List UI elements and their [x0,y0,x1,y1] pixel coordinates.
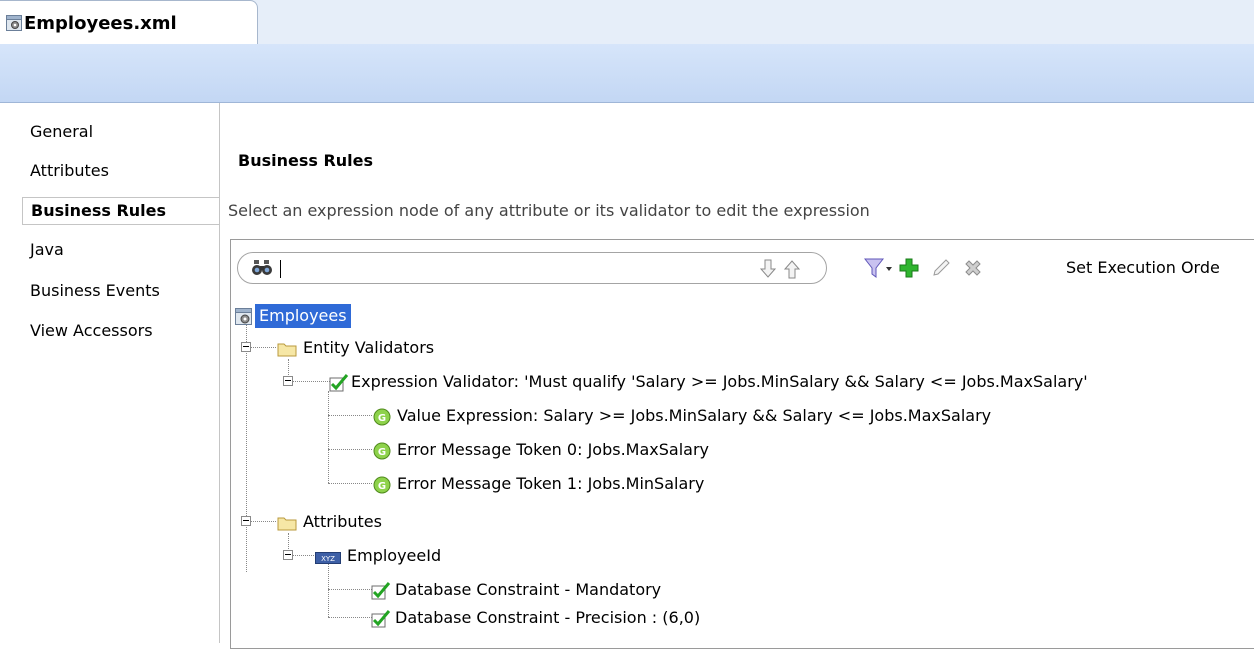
left-navigation: General Attributes Business Rules Java B… [0,103,220,643]
nav-item-business-rules[interactable]: Business Rules [22,197,219,225]
tree-connector [328,415,372,416]
groovy-expression-icon: G [373,476,391,501]
svg-text:XYZ: XYZ [321,555,335,563]
entity-gear-icon [235,308,253,333]
editor-tab-employees[interactable]: Employees.xml [0,0,258,44]
tree-connector [328,449,372,450]
section-description: Select an expression node of any attribu… [228,201,870,220]
tree-connector [328,617,372,618]
attribute-xyz-icon: XYZ [315,548,341,572]
tree-node-label: Expression Validator: 'Must qualify 'Sal… [351,372,1088,391]
search-nav-arrows[interactable] [758,258,802,280]
tree-node-label: Attributes [303,512,382,531]
tree-node-label: Entity Validators [303,338,435,357]
editor-tab-strip: Employees.xml [0,0,1254,45]
folder-icon [277,340,297,364]
rules-tree-panel: Set Execution Orde Employees Entity Vali… [230,239,1254,649]
tree-connector [328,589,372,590]
tree-node-label: Value Expression: Salary >= Jobs.MinSala… [397,406,992,425]
business-rules-panel: Business Rules Select an expression node… [220,103,1254,649]
editor-tab-label: Employees.xml [24,13,177,34]
nav-item-attributes[interactable]: Attributes [30,159,109,183]
edit-icon[interactable] [931,258,951,282]
set-execution-order-button[interactable]: Set Execution Orde [1066,258,1220,277]
nav-item-java[interactable]: Java [30,238,64,262]
collapse-employeeid-toggle[interactable] [283,550,293,560]
nav-item-view-accessors[interactable]: View Accessors [30,319,153,343]
groovy-expression-icon: G [373,408,391,433]
text-caret [280,260,281,278]
search-input[interactable] [237,252,827,284]
section-title: Business Rules [238,151,374,170]
tree-node-label: Error Message Token 0: Jobs.MaxSalary [397,440,709,459]
tree-node-label: EmployeeId [347,546,442,565]
validator-check-icon [371,610,391,635]
validator-check-icon [371,582,391,607]
tree-node-label: Employees [255,304,351,328]
add-icon[interactable] [899,258,919,282]
svg-text:G: G [378,481,386,492]
tree-connector-expression-validator [328,391,329,483]
tree-node-label: Database Constraint - Precision : (6,0) [395,608,701,627]
tree-connector [328,483,372,484]
tree-connector-root [246,320,247,572]
delete-icon[interactable] [963,258,983,282]
svg-text:G: G [378,447,386,458]
collapse-attributes-toggle[interactable] [241,516,251,526]
filter-icon[interactable] [863,258,894,284]
tree-connector [288,381,332,382]
tree-node-label: Error Message Token 1: Jobs.MinSalary [397,474,705,493]
binoculars-icon[interactable] [252,259,272,281]
validator-check-icon [329,374,349,399]
editor-header-bar [0,44,1254,103]
groovy-expression-icon: G [373,442,391,467]
arrow-down-icon [759,259,777,278]
collapse-expression-validator-toggle[interactable] [283,376,293,386]
folder-icon [277,514,297,538]
tree-node-label: Database Constraint - Mandatory [395,580,662,599]
entity-gear-icon [6,15,22,35]
svg-text:G: G [378,413,386,424]
rules-toolbar: Set Execution Orde [231,240,1254,298]
collapse-entity-validators-toggle[interactable] [241,342,251,352]
nav-item-business-events[interactable]: Business Events [30,279,160,303]
nav-item-general[interactable]: General [30,120,93,144]
arrow-up-icon [783,260,801,279]
